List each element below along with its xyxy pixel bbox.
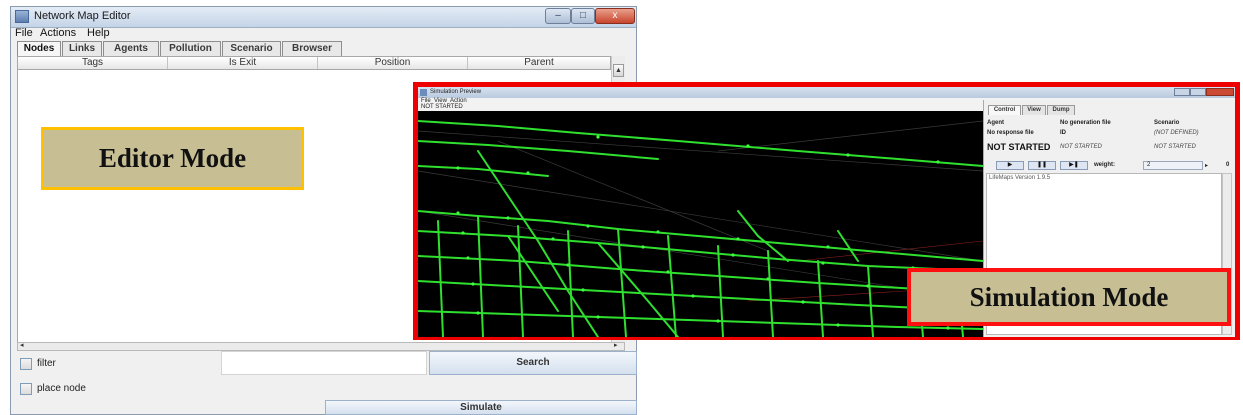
- place-node-checkbox[interactable]: [20, 383, 32, 395]
- network-map-canvas[interactable]: [418, 111, 983, 337]
- scroll-right-arrow-icon[interactable]: ▸: [614, 341, 618, 349]
- sim-window-title: Simulation Preview: [430, 89, 482, 95]
- column-is-exit[interactable]: Is Exit: [168, 57, 318, 69]
- sim-status-text: NOT STARTED: [421, 104, 463, 110]
- sim-titlebar: Simulation Preview: [418, 87, 1235, 98]
- agent-label: Agent: [987, 120, 1004, 126]
- no-generation-file-label: No generation file: [1060, 120, 1111, 126]
- slider-arrow-icon[interactable]: ▸: [1205, 162, 1208, 169]
- scenario-value: (NOT DEFINED): [1154, 130, 1199, 136]
- pause-button[interactable]: ❚❚: [1028, 161, 1056, 170]
- step-button[interactable]: ▶❚: [1060, 161, 1088, 170]
- id-label: ID: [1060, 130, 1066, 136]
- tab-scenario[interactable]: Scenario: [222, 41, 281, 56]
- sim-app-icon: [420, 89, 427, 96]
- tab-nodes[interactable]: Nodes: [17, 41, 61, 56]
- weight-label: weight:: [1094, 162, 1115, 168]
- tab-browser[interactable]: Browser: [282, 41, 342, 56]
- editor-mode-callout: Editor Mode: [41, 127, 304, 190]
- maximize-button[interactable]: □: [571, 8, 595, 24]
- editor-window-title: Network Map Editor: [34, 10, 131, 22]
- horizontal-scrollbar[interactable]: ◂ ▸: [17, 342, 625, 351]
- close-button[interactable]: x: [595, 8, 635, 24]
- tab-agents[interactable]: Agents: [103, 41, 159, 56]
- column-parent[interactable]: Parent: [468, 57, 610, 69]
- tab-links[interactable]: Links: [62, 41, 102, 56]
- sim-close-button[interactable]: [1206, 88, 1234, 96]
- filter-input[interactable]: [221, 351, 427, 375]
- sim-tab-control[interactable]: Control: [988, 105, 1021, 115]
- sim-minimize-button[interactable]: [1174, 88, 1190, 96]
- simulate-button[interactable]: Simulate: [325, 400, 637, 415]
- menu-help[interactable]: Help: [87, 27, 110, 39]
- no-response-file-label: No response file: [987, 130, 1034, 136]
- tab-pollution[interactable]: Pollution: [160, 41, 221, 56]
- play-button[interactable]: ▶: [996, 161, 1024, 170]
- place-node-label: place node: [37, 383, 86, 394]
- menu-actions[interactable]: Actions: [40, 27, 76, 39]
- simulation-status-big: NOT STARTED: [987, 142, 1051, 152]
- search-button[interactable]: Search: [429, 351, 637, 375]
- scenario-status: NOT STARTED: [1154, 144, 1196, 150]
- editor-titlebar: Network Map Editor – □ x: [11, 7, 636, 28]
- sim-window-buttons: [1174, 88, 1234, 96]
- log-line: LifeMaps Version 1.9.5: [989, 175, 1051, 181]
- editor-menubar: File Actions Help: [11, 27, 636, 41]
- filter-checkbox[interactable]: [20, 358, 32, 370]
- filter-label: filter: [37, 358, 56, 369]
- scroll-up-arrow-icon[interactable]: ▲: [613, 64, 624, 77]
- weight-slider[interactable]: 2: [1143, 161, 1203, 170]
- column-position[interactable]: Position: [318, 57, 468, 69]
- menu-file[interactable]: File: [15, 27, 33, 39]
- weight-value: 2: [1147, 162, 1151, 168]
- scroll-left-arrow-icon[interactable]: ◂: [20, 341, 24, 349]
- step-counter: 0: [1226, 162, 1230, 168]
- id-status: NOT STARTED: [1060, 144, 1102, 150]
- column-tags[interactable]: Tags: [18, 57, 168, 69]
- minimize-button[interactable]: –: [545, 8, 571, 24]
- nodes-table-header: Tags Is Exit Position Parent: [17, 56, 611, 70]
- sim-tab-dump[interactable]: Dump: [1047, 105, 1075, 115]
- app-icon: [15, 10, 29, 23]
- sim-tab-view[interactable]: View: [1022, 105, 1046, 115]
- scenario-label: Scenario: [1154, 120, 1180, 126]
- simulation-mode-callout: Simulation Mode: [907, 268, 1231, 326]
- sim-maximize-button[interactable]: [1190, 88, 1206, 96]
